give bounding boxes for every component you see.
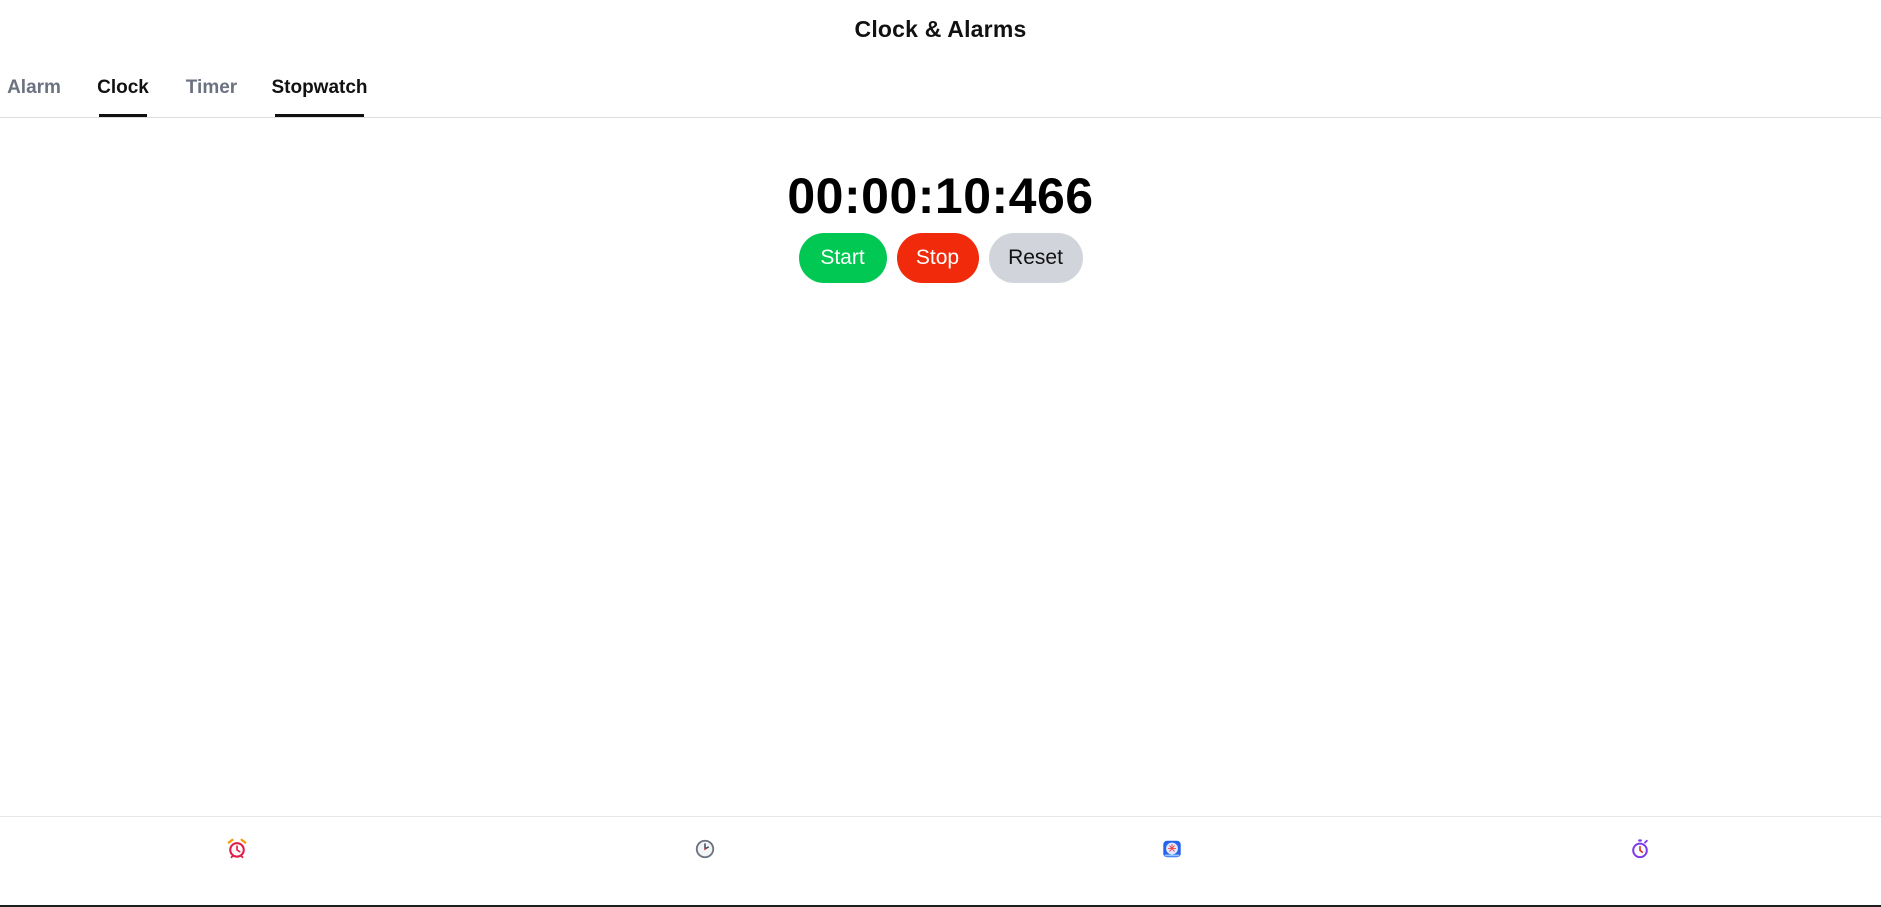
alarm-clock-icon — [226, 838, 248, 860]
stopwatch-controls: Start Stop Reset — [0, 233, 1881, 283]
reset-button[interactable]: Reset — [988, 233, 1083, 283]
stopwatch-icon — [1629, 838, 1651, 860]
nav-world-clock[interactable] — [1158, 835, 1186, 863]
bottom-nav — [0, 816, 1881, 905]
app-header: Clock & Alarms — [0, 0, 1881, 58]
nav-clock[interactable] — [691, 835, 719, 863]
tab-stopwatch[interactable]: Stopwatch — [271, 58, 368, 117]
nav-alarm[interactable] — [223, 835, 251, 863]
tab-bar: Alarm Clock Timer Stopwatch — [0, 58, 1881, 118]
page-title: Clock & Alarms — [854, 15, 1027, 42]
stopwatch-display: 00:00:10:466 — [787, 168, 1094, 224]
start-button[interactable]: Start — [798, 233, 887, 283]
app-window: Clock & Alarms Alarm Clock Timer Stopwat… — [0, 0, 1881, 907]
world-clock-icon — [1161, 838, 1183, 860]
nav-stopwatch[interactable] — [1626, 835, 1654, 863]
tab-timer[interactable]: Timer — [186, 58, 237, 117]
tab-clock[interactable]: Clock — [97, 58, 149, 117]
clock-icon — [694, 838, 716, 860]
stop-button[interactable]: Stop — [896, 233, 979, 283]
tab-alarm[interactable]: Alarm — [7, 58, 61, 117]
